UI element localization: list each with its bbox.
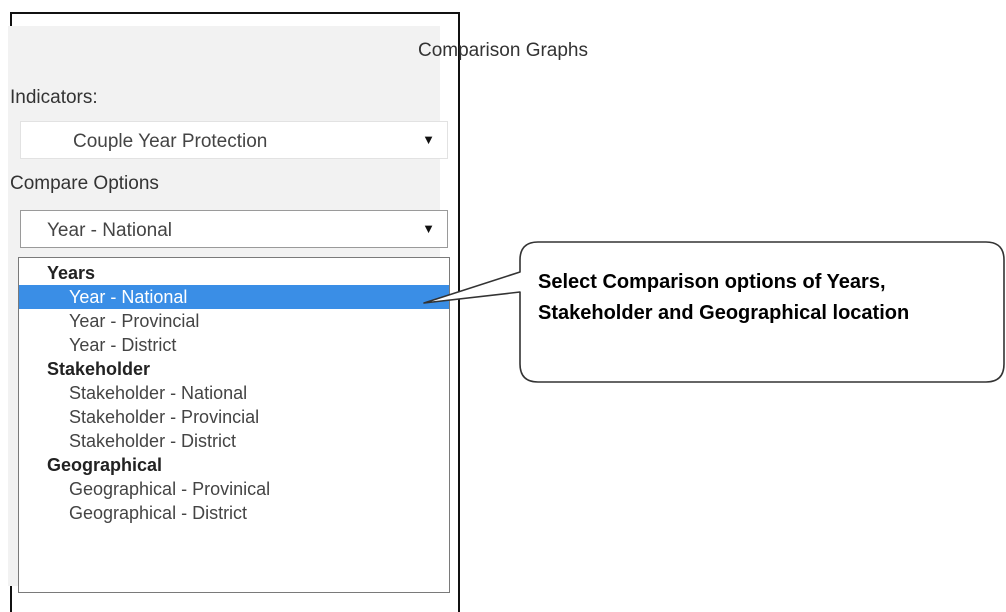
compare-options-value: Year - National: [47, 220, 172, 241]
chevron-down-icon: ▼: [422, 221, 435, 236]
indicator-select-value: Couple Year Protection: [73, 131, 268, 152]
option-stakeholder-district[interactable]: Stakeholder - District: [19, 429, 449, 453]
chevron-down-icon: ▼: [422, 132, 435, 147]
compare-options-select[interactable]: Year - National ▼: [20, 210, 448, 248]
callout-text: Select Comparison options of Years, Stak…: [538, 271, 910, 324]
compare-options-label: Compare Options: [10, 173, 159, 194]
panel-title: Comparison Graphs: [417, 40, 589, 61]
option-stakeholder-national[interactable]: Stakeholder - National: [19, 381, 449, 405]
option-year-national[interactable]: Year - National: [19, 285, 449, 309]
optgroup-stakeholder: Stakeholder: [47, 359, 151, 379]
optgroup-geographical: Geographical: [47, 455, 163, 475]
option-year-provincial[interactable]: Year - Provincial: [19, 309, 449, 333]
indicators-label: Indicators:: [10, 87, 98, 108]
indicator-select[interactable]: Couple Year Protection ▼: [20, 121, 448, 159]
option-geographical-district[interactable]: Geographical - District: [19, 501, 449, 525]
compare-options-dropdown: Years Year - National Year - Provincial …: [18, 257, 450, 593]
option-year-district[interactable]: Year - District: [19, 333, 449, 357]
option-geographical-provincial[interactable]: Geographical - Provinical: [19, 477, 449, 501]
option-stakeholder-provincial[interactable]: Stakeholder - Provincial: [19, 405, 449, 429]
optgroup-years: Years: [47, 263, 96, 283]
